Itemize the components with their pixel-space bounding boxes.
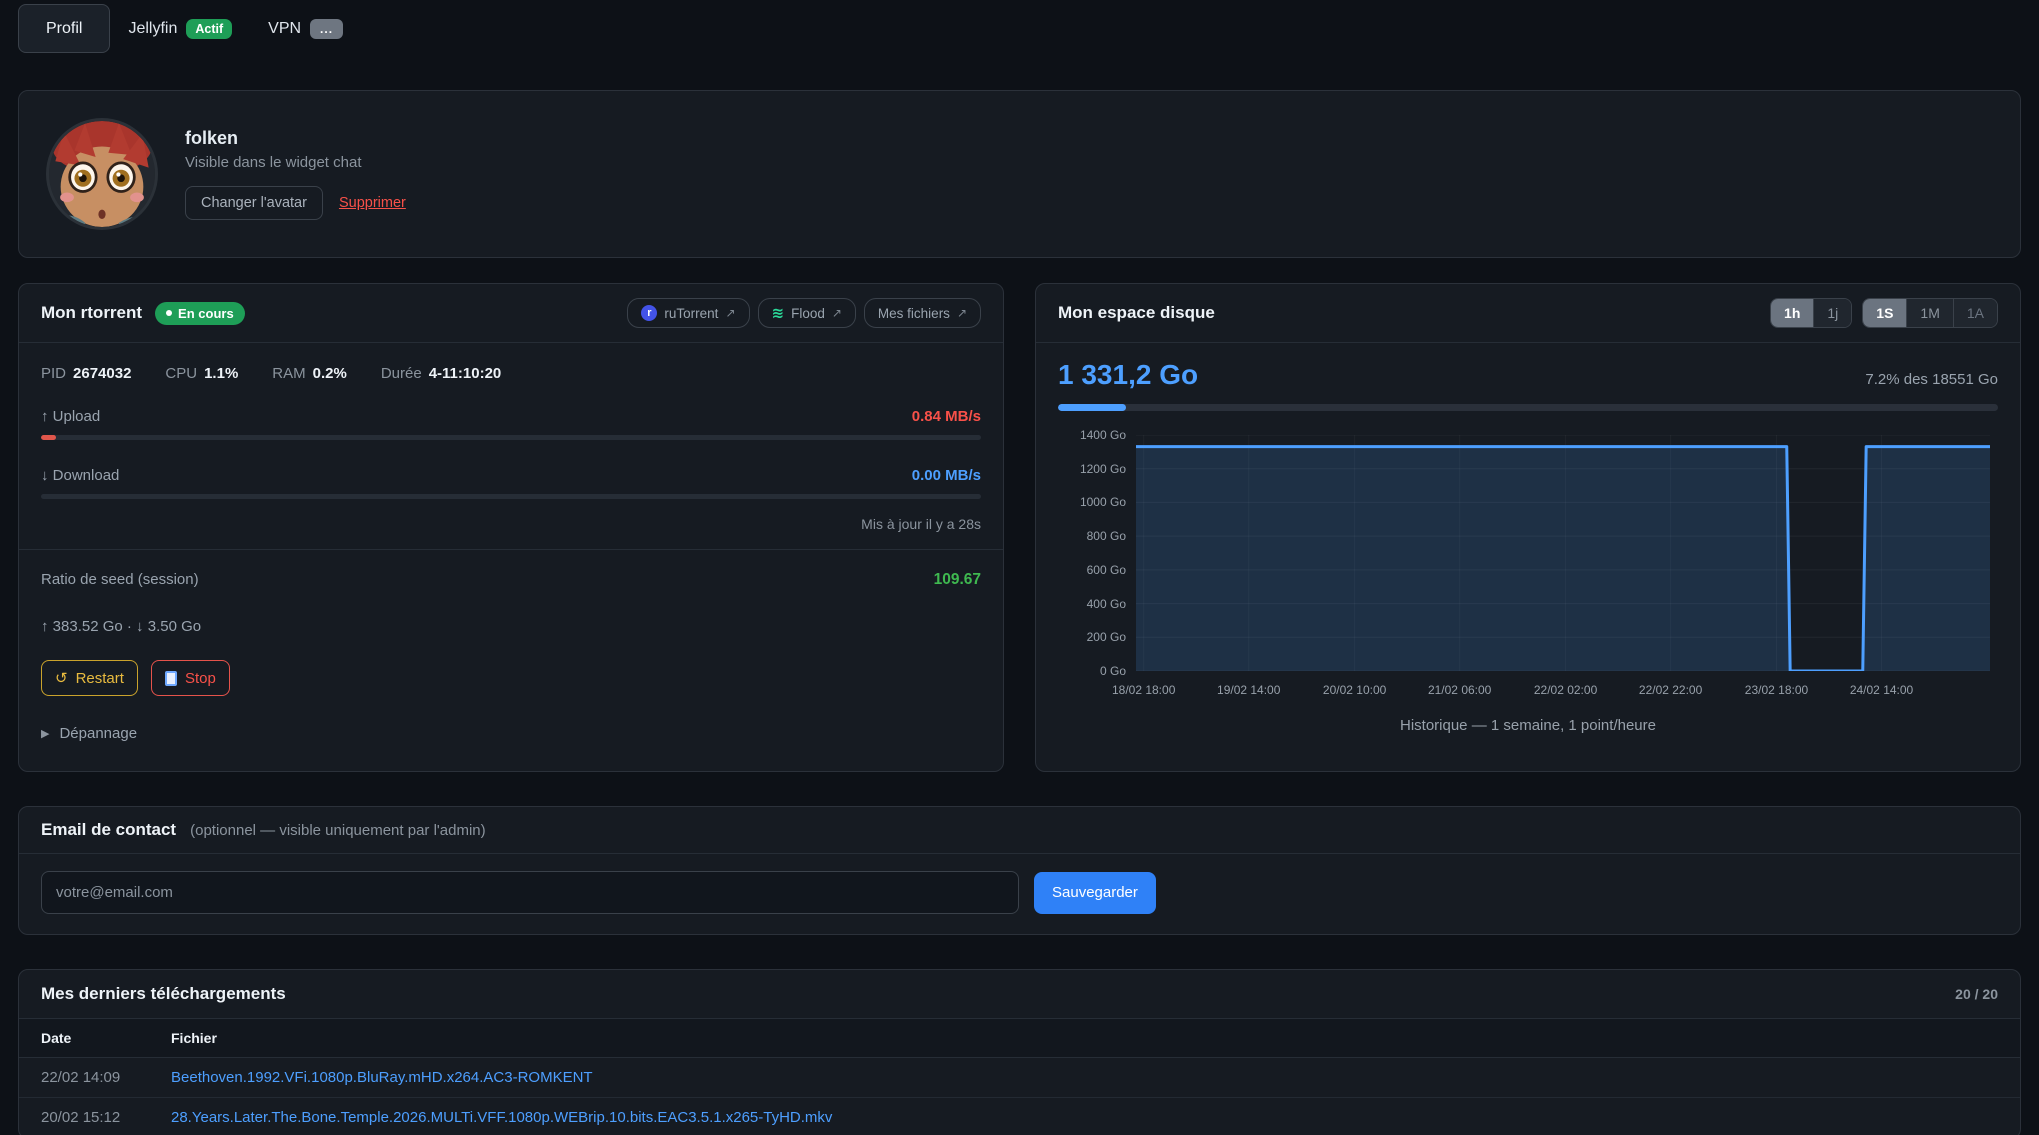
tab-vpn-label: VPN bbox=[268, 20, 301, 38]
external-link-icon: ↗ bbox=[832, 306, 842, 320]
rutorrent-link-button[interactable]: r ruTorrent ↗ bbox=[627, 298, 749, 328]
tab-profil-label: Profil bbox=[46, 20, 82, 38]
tab-vpn[interactable]: VPN ... bbox=[250, 0, 361, 57]
disk-usage-value: 1 331,2 Go bbox=[1058, 359, 1198, 391]
rtorrent-title: Mon rtorrent bbox=[41, 303, 142, 323]
disk-usage-detail: 7.2% des 18551 Go bbox=[1865, 371, 1998, 388]
ratio-label: Ratio de seed (session) bbox=[41, 571, 199, 589]
tab-jellyfin-label: Jellyfin bbox=[128, 20, 177, 38]
uptime-label: Durée bbox=[381, 365, 422, 382]
disk-title: Mon espace disque bbox=[1058, 303, 1215, 323]
email-note: (optionnel — visible uniquement par l'ad… bbox=[190, 822, 486, 839]
downloads-title: Mes derniers téléchargements bbox=[41, 984, 286, 1004]
tab-profil[interactable]: Profil bbox=[18, 4, 110, 53]
profile-card: folken Visible dans le widget chat Chang… bbox=[18, 90, 2021, 258]
flood-link-button[interactable]: ≋ Flood ↗ bbox=[758, 298, 856, 328]
range-1s-button[interactable]: 1S bbox=[1863, 299, 1906, 327]
tab-bar: Profil Jellyfin Actif VPN ... bbox=[18, 0, 2021, 57]
downloads-count: 20 / 20 bbox=[1955, 986, 1998, 1002]
uptime-value: 4-11:10:20 bbox=[429, 365, 502, 382]
chevron-right-icon: ▶ bbox=[41, 727, 49, 740]
jellyfin-status-badge: Actif bbox=[186, 19, 232, 39]
cpu-value: 1.1% bbox=[204, 365, 238, 382]
disk-usage-bar bbox=[1058, 404, 1998, 411]
disk-chart-plot bbox=[1136, 435, 1990, 671]
disk-chart-y-axis: 0 Go200 Go400 Go600 Go800 Go1000 Go1200 … bbox=[1058, 435, 1126, 671]
cpu-label: CPU bbox=[165, 365, 197, 382]
stop-button[interactable]: Stop bbox=[151, 660, 230, 696]
vpn-status-badge: ... bbox=[310, 19, 343, 39]
restart-icon: ↺ bbox=[55, 669, 68, 687]
avatar bbox=[49, 121, 155, 227]
download-date: 22/02 14:09 bbox=[19, 1058, 149, 1098]
column-header-date: Date bbox=[19, 1019, 149, 1058]
profile-username: folken bbox=[185, 128, 406, 149]
email-input[interactable] bbox=[41, 871, 1019, 914]
save-email-button[interactable]: Sauvegarder bbox=[1034, 872, 1156, 914]
profile-info: folken Visible dans le widget chat Chang… bbox=[185, 128, 406, 220]
disk-card: Mon espace disque 1h 1j 1S 1M 1A 1 331,2… bbox=[1035, 283, 2021, 772]
rtorrent-status-badge: En cours bbox=[155, 302, 245, 325]
download-progressbar bbox=[41, 494, 981, 499]
table-row: 22/02 14:09 Beethoven.1992.VFi.1080p.Blu… bbox=[19, 1058, 2020, 1098]
last-updated-text: Mis à jour il y a 28s bbox=[41, 516, 981, 532]
email-title: Email de contact bbox=[41, 820, 176, 840]
status-dot-icon bbox=[166, 310, 172, 316]
disk-history-chart: 0 Go200 Go400 Go600 Go800 Go1000 Go1200 … bbox=[1058, 423, 1998, 715]
tab-jellyfin[interactable]: Jellyfin Actif bbox=[110, 0, 250, 57]
rutorrent-icon: r bbox=[641, 305, 657, 321]
ram-label: RAM bbox=[272, 365, 305, 382]
stop-icon bbox=[165, 671, 177, 686]
range-selector: 1h 1j 1S 1M 1A bbox=[1770, 298, 1998, 328]
range-1h-button[interactable]: 1h bbox=[1771, 299, 1813, 327]
downloads-table: Date Fichier 22/02 14:09 Beethoven.1992.… bbox=[19, 1019, 2020, 1135]
rtorrent-card: Mon rtorrent En cours r ruTorrent ↗ ≋ Fl… bbox=[18, 283, 1004, 772]
disk-chart-caption: Historique — 1 semaine, 1 point/heure bbox=[1058, 717, 1998, 734]
pid-value: 2674032 bbox=[73, 365, 131, 382]
ratio-value: 109.67 bbox=[934, 571, 981, 589]
download-block: ↓ Download 0.00 MB/s bbox=[41, 467, 981, 499]
delete-avatar-button[interactable]: Supprimer bbox=[339, 195, 406, 211]
divider bbox=[19, 549, 1003, 550]
range-1j-button[interactable]: 1j bbox=[1813, 299, 1851, 327]
download-date: 20/02 15:12 bbox=[19, 1098, 149, 1135]
download-value: 0.00 MB/s bbox=[912, 467, 981, 484]
upload-label: ↑ Upload bbox=[41, 408, 100, 425]
upload-block: ↑ Upload 0.84 MB/s bbox=[41, 408, 981, 440]
restart-button[interactable]: ↺ Restart bbox=[41, 660, 138, 696]
external-link-icon: ↗ bbox=[957, 306, 967, 320]
upload-progressbar bbox=[41, 435, 981, 440]
troubleshoot-toggle[interactable]: ▶ Dépannage bbox=[41, 725, 981, 742]
column-header-file: Fichier bbox=[149, 1019, 2020, 1058]
table-row: 20/02 15:12 28.Years.Later.The.Bone.Temp… bbox=[19, 1098, 2020, 1135]
external-link-icon: ↗ bbox=[725, 306, 735, 320]
flood-icon: ≋ bbox=[772, 304, 785, 322]
email-card: Email de contact (optionnel — visible un… bbox=[18, 806, 2021, 935]
seed-ratio-row: Ratio de seed (session) 109.67 bbox=[41, 571, 981, 589]
download-file-link[interactable]: Beethoven.1992.VFi.1080p.BluRay.mHD.x264… bbox=[171, 1069, 593, 1086]
download-file-link[interactable]: 28.Years.Later.The.Bone.Temple.2026.MULT… bbox=[171, 1109, 832, 1126]
ram-value: 0.2% bbox=[313, 365, 347, 382]
session-totals: ↑ 383.52 Go · ↓ 3.50 Go bbox=[41, 618, 981, 635]
disk-chart-x-axis: 18/02 18:0019/02 14:0020/02 10:0021/02 0… bbox=[1136, 683, 1990, 699]
range-1a-button[interactable]: 1A bbox=[1953, 299, 1997, 327]
pid-label: PID bbox=[41, 365, 66, 382]
change-avatar-button[interactable]: Changer l'avatar bbox=[185, 186, 323, 220]
range-1m-button[interactable]: 1M bbox=[1906, 299, 1952, 327]
upload-value: 0.84 MB/s bbox=[912, 408, 981, 425]
downloads-card: Mes derniers téléchargements 20 / 20 Dat… bbox=[18, 969, 2021, 1135]
download-label: ↓ Download bbox=[41, 467, 119, 484]
my-files-link-button[interactable]: Mes fichiers ↗ bbox=[864, 298, 981, 328]
profile-subtitle: Visible dans le widget chat bbox=[185, 154, 406, 171]
process-stats: PID 2674032 CPU 1.1% RAM 0.2% Durée 4-11:10:… bbox=[41, 365, 981, 382]
